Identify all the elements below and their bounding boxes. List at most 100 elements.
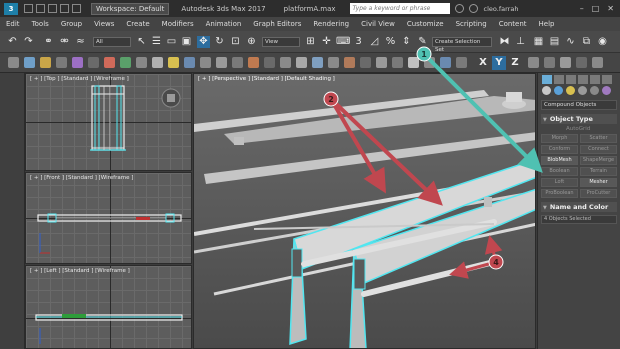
menu-content[interactable]: Content [493,20,533,28]
place-icon[interactable]: ⊕ [245,36,258,48]
axis-y-button[interactable]: Y [492,56,506,70]
select-by-name-icon[interactable]: ☰ [150,36,163,48]
layer-explorer-icon[interactable]: ▤ [548,36,561,48]
scatter-button[interactable]: Scatter [580,134,617,143]
hierarchy-tab-icon[interactable] [566,75,576,84]
shapes-icon[interactable] [554,86,563,95]
menu-animation[interactable]: Animation [200,20,248,28]
material-editor-icon[interactable]: ◉ [596,36,609,48]
ribbon-tool-29-icon[interactable] [456,57,467,68]
close-icon[interactable]: ✕ [607,4,614,13]
select-scale-icon[interactable]: ⊡ [229,36,242,48]
ribbon-tool-28-icon[interactable] [440,57,451,68]
ribbon-tool-8-icon[interactable] [120,57,131,68]
loft-button[interactable]: Loft [541,178,578,187]
snaps-toggle-icon[interactable]: 3 [352,36,365,48]
menu-group[interactable]: Group [55,20,88,28]
save-file-icon[interactable] [48,4,57,13]
autogrid-checkbox[interactable]: AutoGrid [566,126,620,132]
search-icon[interactable] [454,4,464,13]
minimize-icon[interactable]: – [580,4,584,13]
ribbon-tool-1-icon[interactable] [8,57,19,68]
schematic-view-icon[interactable]: ⧉ [580,36,593,48]
user-account[interactable]: cleo.farrah [484,5,519,13]
proboolean-button[interactable]: ProBoolean [541,189,578,198]
curve-editor-icon[interactable]: ∿ [564,36,577,48]
reference-coordinate-dropdown[interactable]: View [262,37,300,47]
object-name-field[interactable]: 4 Objects Selected [541,215,617,224]
ribbon-tool-21-icon[interactable] [328,57,339,68]
ribbon-tool-25-icon[interactable] [392,57,403,68]
viewport-left[interactable]: [ + ] [Left ] [Standard ] [Wireframe ] [25,265,192,349]
select-move-icon[interactable]: ✥ [197,36,210,48]
ribbon-tool-10-icon[interactable] [152,57,163,68]
ribbon-tool-26-icon[interactable] [408,57,419,68]
modify-tab-icon[interactable] [554,75,564,84]
axis-x-button[interactable]: X [476,56,490,70]
ribbon-tool-15-icon[interactable] [232,57,243,68]
select-object-icon[interactable]: ↖ [135,36,148,48]
unlink-icon[interactable]: ⚮ [58,36,71,48]
ribbon-tool-27-icon[interactable] [424,57,435,68]
spacewarps-icon[interactable] [602,86,611,95]
link-icon[interactable]: ⚭ [42,36,55,48]
geometry-icon[interactable] [542,86,551,95]
ribbon-tool-22-icon[interactable] [344,57,355,68]
menu-rendering[interactable]: Rendering [307,20,355,28]
lights-icon[interactable] [566,86,575,95]
edit-named-selection-icon[interactable]: ✎ [416,36,429,48]
angle-snap-icon[interactable]: ◿ [368,36,381,48]
info-icon[interactable] [468,4,478,13]
ribbon-tool-16-icon[interactable] [248,57,259,68]
viewport-front-label[interactable]: [ + ] [Front ] [Standard ] [Wireframe ] [30,175,133,181]
menu-edit[interactable]: Edit [0,20,26,28]
ribbon-tool-24-icon[interactable] [376,57,387,68]
ribbon-tool-17-icon[interactable] [264,57,275,68]
named-selection-dropdown[interactable]: Create Selection Set [432,37,492,53]
ribbon-tool-18-icon[interactable] [280,57,291,68]
viewport-top[interactable]: [ + ] [Top ] [Standard ] [Wireframe ] [25,73,192,171]
morph-button[interactable]: Morph [541,134,578,143]
procutter-button[interactable]: ProCutter [580,189,617,198]
ribbon-tool-6-icon[interactable] [88,57,99,68]
ribbon-tool-7-icon[interactable] [104,57,115,68]
utilities-tab-icon[interactable] [602,75,612,84]
ribbon-tool-32-icon[interactable] [560,57,571,68]
create-tab-icon[interactable] [542,75,552,84]
window-crossing-icon[interactable]: ▣ [180,36,193,48]
keyboard-shortcut-icon[interactable]: ⌨ [336,36,350,48]
object-type-rollout[interactable]: ▼ Object Type [541,114,617,124]
category-dropdown[interactable]: Compound Objects [541,100,617,110]
menu-tools[interactable]: Tools [26,20,55,28]
select-manipulate-icon[interactable]: ✛ [320,36,333,48]
selection-filter-dropdown[interactable]: All [93,37,131,47]
ribbon-tool-33-icon[interactable] [576,57,587,68]
ribbon-tool-11-icon[interactable] [168,57,179,68]
viewport-left-label[interactable]: [ + ] [Left ] [Standard ] [Wireframe ] [30,268,130,274]
menu-modifiers[interactable]: Modifiers [156,20,200,28]
rect-selection-icon[interactable]: ▭ [165,36,178,48]
percent-snap-icon[interactable]: % [384,36,397,48]
search-input[interactable]: Type a keyword or phrase [349,3,450,14]
pivot-center-icon[interactable]: ⊞ [304,36,317,48]
ribbon-tool-5-icon[interactable] [72,57,83,68]
menu-create[interactable]: Create [120,20,155,28]
viewport-perspective-label[interactable]: [ + ] [Perspective ] [Standard ] [Defaul… [198,76,335,82]
undo-small-icon[interactable] [60,4,69,13]
new-file-icon[interactable] [24,4,33,13]
menu-customize[interactable]: Customize [401,20,450,28]
redo-icon[interactable]: ↷ [22,36,35,48]
mirror-icon[interactable]: ⧓ [498,36,511,48]
menu-views[interactable]: Views [88,20,120,28]
ribbon-tool-14-icon[interactable] [216,57,227,68]
motion-tab-icon[interactable] [578,75,588,84]
workspace-dropdown[interactable]: Workspace: Default [91,2,170,15]
ribbon-tool-3-icon[interactable] [40,57,51,68]
redo-small-icon[interactable] [72,4,81,13]
maximize-icon[interactable]: □ [592,4,600,13]
ribbon-tool-9-icon[interactable] [136,57,147,68]
ribbon-tool-13-icon[interactable] [200,57,211,68]
ribbon-tool-23-icon[interactable] [360,57,371,68]
open-file-icon[interactable] [36,4,45,13]
align-icon[interactable]: ⊥ [514,36,527,48]
